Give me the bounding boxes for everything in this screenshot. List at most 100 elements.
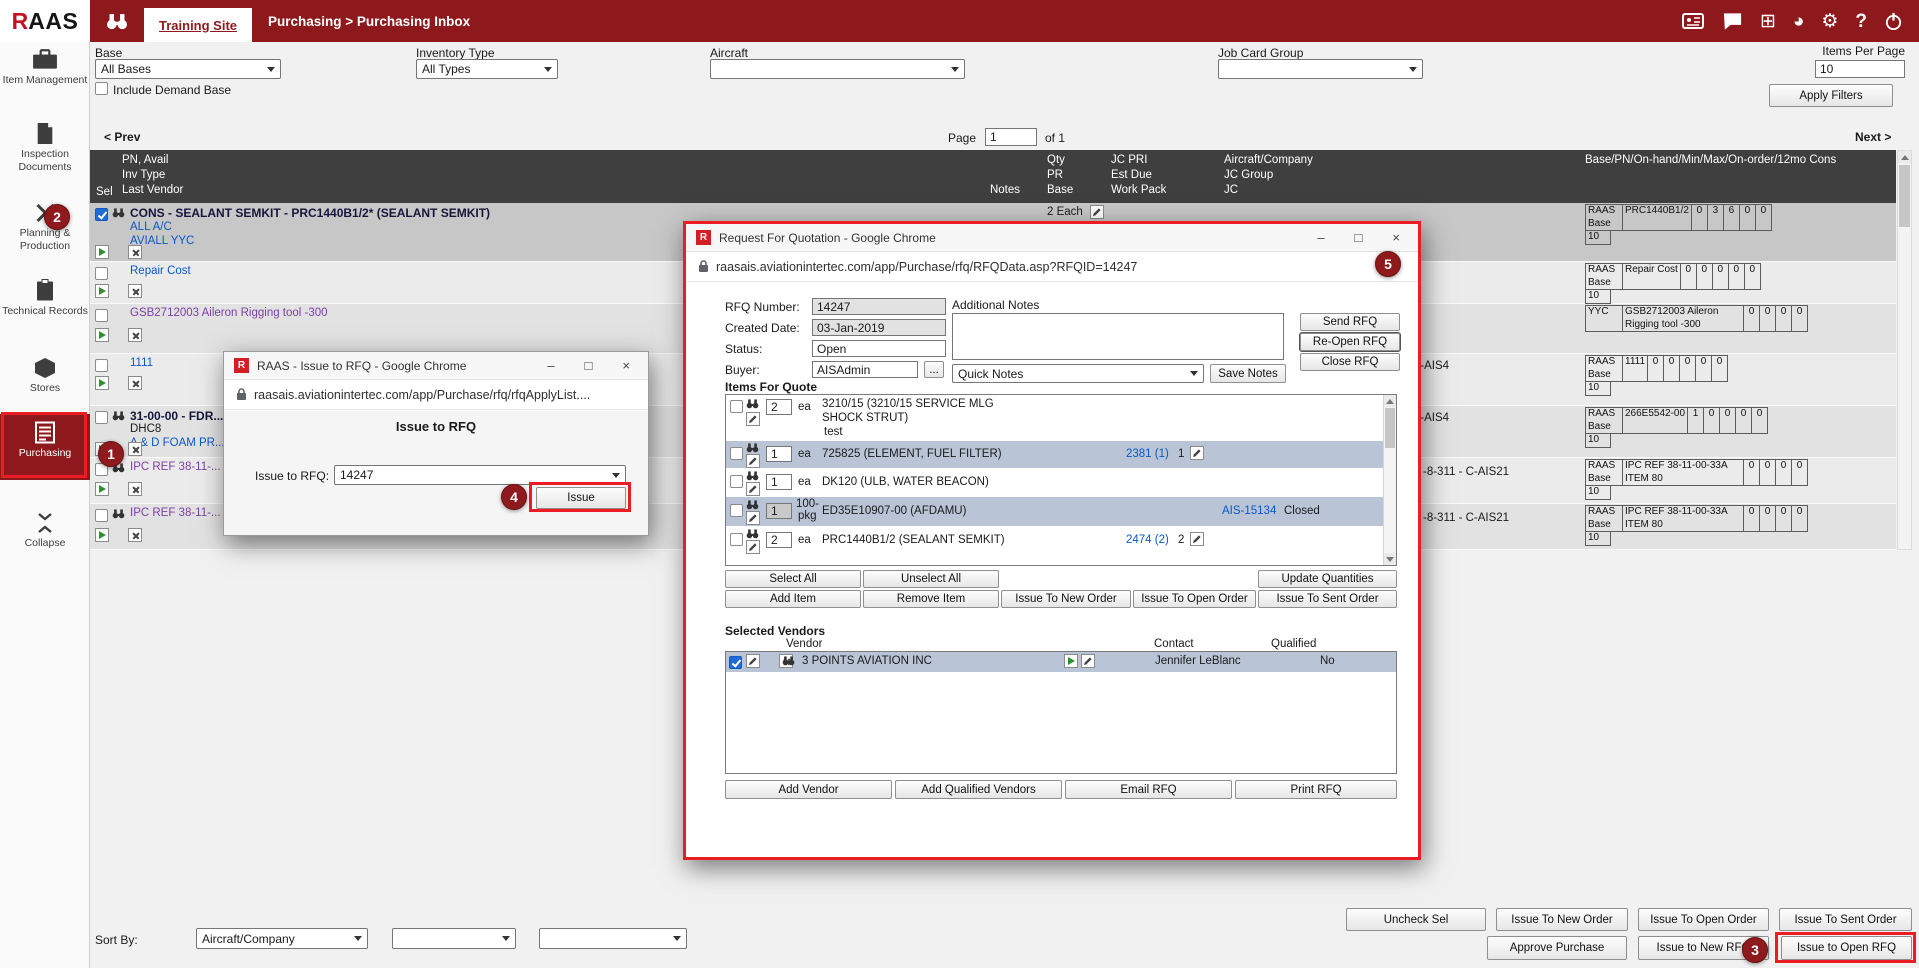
edit-pencil-icon[interactable]	[746, 454, 760, 468]
issue-to-sent-order-button[interactable]: Issue To Sent Order	[1258, 590, 1397, 608]
remove-item-button[interactable]: Remove Item	[863, 590, 999, 608]
edit-pencil-icon[interactable]	[746, 540, 760, 554]
binoculars-icon[interactable]	[112, 207, 125, 221]
green-arrow-icon[interactable]	[95, 284, 109, 298]
green-arrow-icon[interactable]	[95, 328, 109, 342]
remove-icon[interactable]	[128, 376, 142, 390]
maximize-icon[interactable]: □	[1355, 230, 1363, 245]
list-scrollbar[interactable]	[1383, 395, 1396, 565]
scrollbar-thumb[interactable]	[1899, 165, 1910, 227]
inventory-type-select[interactable]: All Types	[416, 59, 558, 79]
item-qty-input[interactable]: 1	[766, 446, 792, 462]
remove-icon[interactable]	[128, 482, 142, 496]
item-qty-input[interactable]: 1	[766, 474, 792, 490]
close-icon[interactable]: ×	[622, 358, 630, 373]
binoculars-icon[interactable]	[112, 508, 125, 522]
sidebar-item-stores[interactable]: Stores	[0, 357, 90, 395]
edit-pencil-icon[interactable]	[1190, 446, 1204, 460]
approve-purchase-button[interactable]: Approve Purchase	[1487, 936, 1627, 960]
green-arrow-icon[interactable]	[95, 528, 109, 542]
prev-page-link[interactable]: < Prev	[104, 130, 140, 144]
row-part-link[interactable]: IPC REF 38-11-...	[130, 507, 221, 519]
item-order-link[interactable]: AIS-15134	[1222, 505, 1276, 517]
tab-training-site[interactable]: Training Site	[144, 8, 252, 42]
binoculars-icon[interactable]	[782, 655, 795, 669]
minimize-icon[interactable]: –	[1317, 230, 1324, 245]
send-rfq-button[interactable]: Send RFQ	[1300, 313, 1400, 331]
item-quote-link[interactable]: 2474 (2)	[1126, 534, 1169, 546]
include-demand-base-checkbox[interactable]	[95, 82, 108, 95]
close-rfq-button[interactable]: Close RFQ	[1300, 353, 1400, 371]
issue-to-rfq-select[interactable]: 14247	[334, 465, 626, 485]
list-item[interactable]: 1 ea DK120 (ULB, WATER BEACON)	[726, 468, 1396, 497]
power-icon[interactable]	[1884, 12, 1903, 31]
vendor-checkbox[interactable]	[729, 656, 742, 669]
add-grid-icon[interactable]: ⊞	[1760, 12, 1776, 31]
pie-chart-icon[interactable]: ◕	[1793, 12, 1804, 31]
edit-pencil-icon[interactable]	[746, 412, 760, 426]
row-select-checkbox[interactable]	[95, 309, 108, 322]
remove-icon[interactable]	[128, 284, 142, 298]
next-page-link[interactable]: Next >	[1855, 130, 1891, 144]
green-arrow-icon[interactable]	[95, 245, 109, 259]
item-qty-input[interactable]: 2	[766, 532, 792, 548]
sidebar-item-collapse[interactable]: Collapse	[0, 512, 90, 550]
address-bar[interactable]: raasais.aviationintertec.com/app/Purchas…	[224, 380, 648, 410]
apply-filters-button[interactable]: Apply Filters	[1769, 84, 1893, 107]
row-select-checkbox[interactable]	[95, 208, 108, 221]
list-item[interactable]: 2 ea 3210/15 (3210/15 SERVICE MLG SHOCK …	[726, 395, 1396, 441]
green-arrow-icon[interactable]	[95, 482, 109, 496]
issue-to-new-order-button[interactable]: Issue To New Order	[1496, 908, 1628, 931]
add-vendor-button[interactable]: Add Vendor	[725, 780, 892, 799]
additional-notes-textarea[interactable]	[952, 313, 1284, 360]
row-part-link[interactable]: 1111	[130, 357, 153, 369]
item-checkbox[interactable]	[730, 533, 743, 546]
row-inv-type-link[interactable]: ALL A/C	[130, 221, 172, 233]
sort-select-3[interactable]	[539, 928, 687, 949]
item-quote-link[interactable]: 2381 (1)	[1126, 448, 1169, 460]
row-vendor-link[interactable]: A & D FOAM PR...	[130, 437, 225, 449]
print-rfq-button[interactable]: Print RFQ	[1235, 780, 1397, 799]
maximize-icon[interactable]: □	[585, 358, 593, 373]
uncheck-sel-button[interactable]: Uncheck Sel	[1346, 908, 1486, 931]
window-title-bar[interactable]: R Request For Quotation - Google Chrome …	[686, 224, 1418, 252]
issue-to-open-rfq-button[interactable]: Issue to Open RFQ	[1781, 936, 1912, 960]
item-checkbox[interactable]	[730, 504, 743, 517]
chat-icon[interactable]	[1722, 12, 1743, 31]
unselect-all-button[interactable]: Unselect All	[863, 570, 999, 588]
edit-pencil-icon[interactable]	[1081, 654, 1095, 668]
list-item[interactable]: 2 ea PRC1440B1/2 (SEALANT SEMKIT) 2474 (…	[726, 526, 1396, 555]
id-card-icon[interactable]	[1681, 11, 1705, 31]
row-select-checkbox[interactable]	[95, 267, 108, 280]
sidebar-item-technical-records[interactable]: Technical Records	[0, 279, 90, 318]
select-all-button[interactable]: Select All	[725, 570, 861, 588]
scrollbar-thumb[interactable]	[1385, 408, 1395, 448]
green-arrow-icon[interactable]	[1064, 654, 1078, 668]
row-part-link[interactable]: IPC REF 38-11-...	[130, 461, 221, 473]
issue-to-open-order-button[interactable]: Issue To Open Order	[1638, 908, 1769, 931]
reopen-rfq-button[interactable]: Re-Open RFQ	[1300, 333, 1400, 351]
sidebar-item-inspection-documents[interactable]: Inspection Documents	[0, 122, 90, 173]
item-checkbox[interactable]	[730, 475, 743, 488]
list-item[interactable]: 1 ea 725825 (ELEMENT, FUEL FILTER) 2381 …	[726, 441, 1396, 468]
update-quantities-button[interactable]: Update Quantities	[1258, 570, 1397, 588]
edit-pencil-icon[interactable]	[1090, 205, 1104, 219]
item-qty-input[interactable]: 2	[766, 399, 792, 415]
row-select-checkbox[interactable]	[95, 359, 108, 372]
green-arrow-icon[interactable]	[95, 376, 109, 390]
row-select-checkbox[interactable]	[95, 411, 108, 424]
email-rfq-button[interactable]: Email RFQ	[1065, 780, 1232, 799]
sidebar-item-purchasing[interactable]: Purchasing	[0, 414, 90, 480]
edit-pencil-icon[interactable]	[746, 654, 760, 668]
issue-to-sent-order-button[interactable]: Issue To Sent Order	[1779, 908, 1912, 931]
item-checkbox[interactable]	[730, 447, 743, 460]
items-per-page-input[interactable]: 10	[1815, 60, 1905, 78]
vendor-row[interactable]: 3 POINTS AVIATION INC Jennifer LeBlanc N…	[726, 652, 1396, 672]
job-card-group-select[interactable]	[1218, 59, 1423, 79]
sort-select-2[interactable]	[392, 928, 516, 949]
issue-to-new-order-button[interactable]: Issue To New Order	[1001, 590, 1131, 608]
issue-button[interactable]: Issue	[536, 487, 626, 509]
item-checkbox[interactable]	[730, 400, 743, 413]
edit-pencil-icon[interactable]	[1190, 532, 1204, 546]
row-select-checkbox[interactable]	[95, 509, 108, 522]
